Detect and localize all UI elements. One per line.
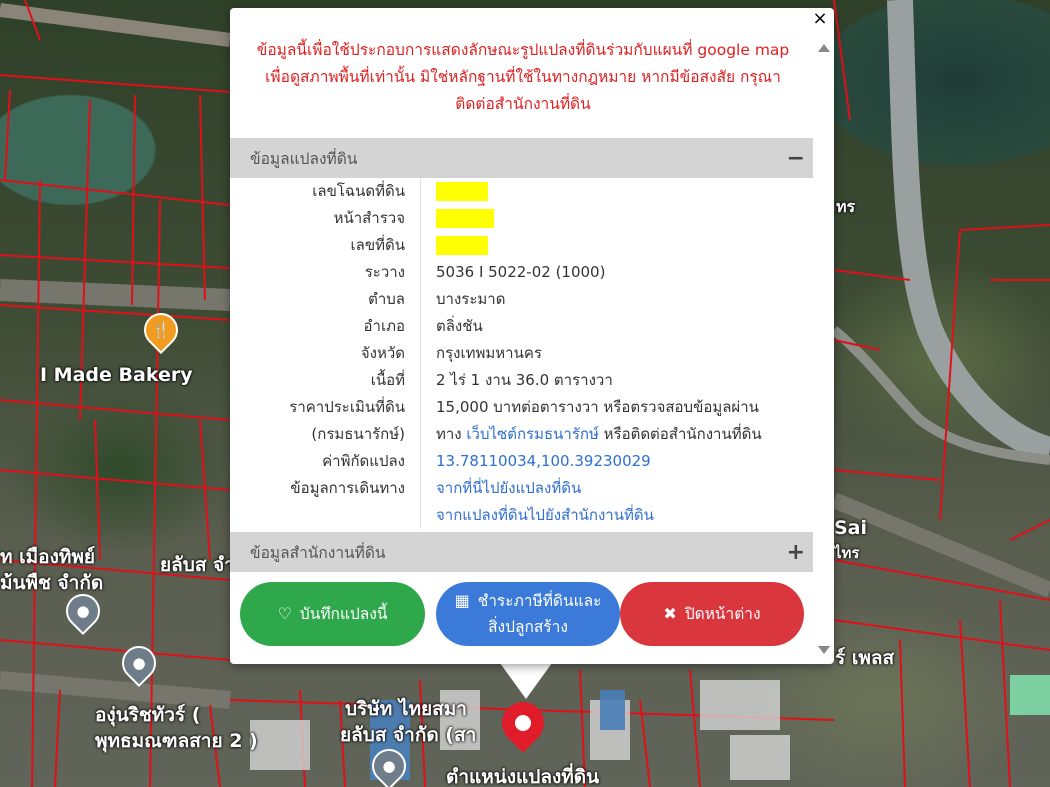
coordinates-link[interactable]: 13.78110034,100.39230029 (436, 452, 651, 470)
info-label: หน้าสำรวจ (230, 205, 421, 232)
info-label: ระวาง (230, 259, 421, 286)
disclaimer-text: ข้อมูลนี้เพื่อใช้ประกอบการแสดงลักษณะรูปแ… (230, 37, 816, 118)
info-row-travel: ข้อมูลการเดินทาง จากที่นี่ไปยังแปลงที่ดิ… (230, 475, 813, 502)
info-value: กรุงเทพมหานคร (436, 344, 542, 362)
info-label: ตำบล (230, 286, 421, 313)
section-title: ข้อมูลสำนักงานที่ดิน (250, 543, 386, 562)
info-label: เลขที่ดิน (230, 232, 421, 259)
info-label: เนื้อที่ (230, 367, 421, 394)
close-x-icon: ✖ (663, 604, 677, 623)
land-info-popup: × ข้อมูลนี้เพื่อใช้ประกอบการแสดงลักษณะรู… (230, 8, 834, 664)
info-row-land-no: เลขที่ดิน (230, 232, 813, 259)
info-value: 5036 I 5022-02 (1000) (436, 263, 606, 281)
info-label-empty (230, 502, 421, 529)
info-row-district: อำเภอ ตลิ่งชัน (230, 313, 813, 340)
price-text-post: หรือติดต่อสำนักงานที่ดิน (603, 425, 762, 443)
map-label-top-right: ทร (836, 197, 856, 216)
directions-to-parcel-link[interactable]: จากที่นี่ไปยังแปลงที่ดิน (436, 479, 581, 497)
close-window-label: ปิดหน้าต่าง (684, 605, 761, 623)
save-parcel-label: บันทึกแปลงนี้ (299, 605, 388, 623)
info-label: ข้อมูลการเดินทาง (230, 475, 421, 502)
disclaimer-line-3: ติดต่อสำนักงานที่ดิน (455, 95, 591, 113)
map-label-place-right: ร์ เพลส (835, 647, 895, 669)
scroll-up-arrow-icon[interactable] (818, 44, 830, 52)
close-icon[interactable]: × (812, 8, 828, 30)
info-row-survey: หน้าสำรวจ (230, 205, 813, 232)
popup-scrollbar[interactable] (816, 42, 830, 662)
info-label: อำเภอ (230, 313, 421, 340)
directions-to-office-link[interactable]: จากแปลงที่ดินไปยังสำนักงานที่ดิน (436, 506, 654, 524)
info-value: ทาง เว็บไซต์กรมธนารักษ์ หรือติดต่อสำนักง… (421, 421, 762, 448)
section-title: ข้อมูลแปลงที่ดิน (250, 149, 358, 168)
disclaimer-line-1: ข้อมูลนี้เพื่อใช้ประกอบการแสดงลักษณะรูปแ… (256, 41, 790, 59)
info-row-area: เนื้อที่ 2 ไร่ 1 งาน 36.0 ตารางวา (230, 367, 813, 394)
map-label-company-bottom-2: ยลับส จำกัด (สา (340, 724, 477, 746)
redacted-value (436, 182, 488, 201)
info-value: ตลิ่งชัน (436, 317, 483, 335)
redacted-value (436, 236, 488, 255)
land-info-table: เลขโฉนดที่ดิน หน้าสำรวจ เลขที่ดิน ระวาง … (230, 178, 813, 529)
collapse-icon[interactable]: − (787, 146, 813, 171)
land-office-section-header[interactable]: ข้อมูลสำนักงานที่ดิน + (230, 532, 813, 572)
info-row-coords: ค่าพิกัดแปลง 13.78110034,100.39230029 (230, 448, 813, 475)
pay-tax-label-1: ชำระภาษีที่ดินและ (477, 592, 602, 610)
qr-code-icon: ▦ (454, 591, 470, 610)
price-text-pre: ทาง (436, 425, 462, 443)
info-row-price-1: ราคาประเมินที่ดิน 15,000 บาทต่อตารางวา ห… (230, 394, 813, 421)
scroll-down-arrow-icon[interactable] (818, 646, 830, 654)
close-window-button[interactable]: ✖ ปิดหน้าต่าง (620, 582, 804, 646)
info-row-province: จังหวัด กรุงเทพมหานคร (230, 340, 813, 367)
info-label: (กรมธนารักษ์) (230, 421, 421, 448)
info-row-travel-2: จากแปลงที่ดินไปยังสำนักงานที่ดิน (230, 502, 813, 529)
map-label-tour-2: พุทธมณฑลสาย 2 ) (95, 730, 258, 752)
info-value: บางระมาด (436, 290, 506, 308)
info-row-price-2: (กรมธนารักษ์) ทาง เว็บไซต์กรมธนารักษ์ หร… (230, 421, 813, 448)
pay-tax-label-2: สิ่งปลูกสร้าง (488, 618, 568, 636)
info-row-sheet: ระวาง 5036 I 5022-02 (1000) (230, 259, 813, 286)
info-label: ค่าพิกัดแปลง (230, 448, 421, 475)
info-row-deed: เลขโฉนดที่ดิน (230, 178, 813, 205)
info-row-subdistrict: ตำบล บางระมาด (230, 286, 813, 313)
map-label-sai: Sai (834, 517, 868, 539)
info-label: เลขโฉนดที่ดิน (230, 178, 421, 205)
map-label-land-position: ตำแหน่งแปลงที่ดิน (446, 766, 600, 787)
save-parcel-button[interactable]: ♡ บันทึกแปลงนี้ (240, 582, 425, 646)
redacted-value (436, 209, 494, 228)
info-value: 15,000 บาทต่อตารางวา หรือตรวจสอบข้อมูลผ่… (436, 398, 759, 416)
map-label-sai-thai: ไทร (834, 544, 860, 562)
pay-tax-button[interactable]: ▦ ชำระภาษีที่ดินและ สิ่งปลูกสร้าง (436, 582, 620, 646)
info-label: จังหวัด (230, 340, 421, 367)
info-value: 2 ไร่ 1 งาน 36.0 ตารางวา (436, 371, 613, 389)
info-label: ราคาประเมินที่ดิน (230, 394, 421, 421)
map-label-bakery: I Made Bakery (40, 364, 193, 386)
heart-icon: ♡ (277, 604, 292, 623)
disclaimer-line-2: เพื่อดูสภาพพื้นที่เท่านั้น มิใช่หลักฐานท… (265, 68, 781, 86)
popup-tail (500, 663, 552, 699)
expand-icon[interactable]: + (787, 540, 813, 565)
land-info-section-header[interactable]: ข้อมูลแปลงที่ดิน − (230, 138, 813, 178)
treasury-website-link[interactable]: เว็บไซต์กรมธนารักษ์ (466, 425, 598, 443)
